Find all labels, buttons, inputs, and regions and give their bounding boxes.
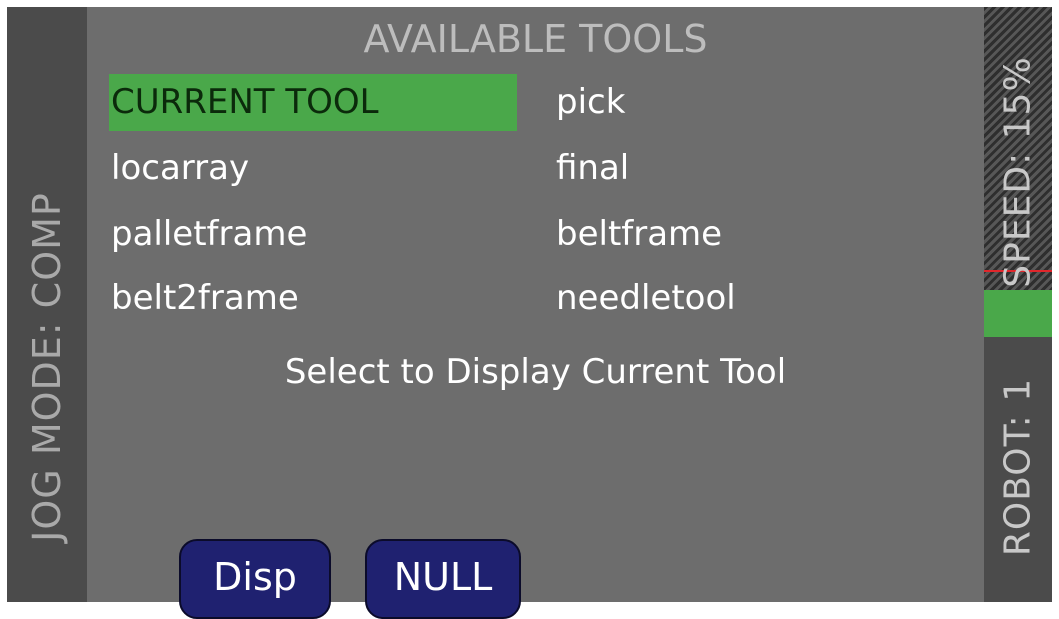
tool-item-palletframe[interactable]: palletframe [109,206,517,263]
tool-item-beltframe[interactable]: beltframe [554,206,914,263]
robot-label: ROBOT: 1 [997,377,1039,557]
hint-text: Select to Display Current Tool [284,352,787,392]
tool-item-locarray[interactable]: locarray [109,140,517,197]
status-bar-right: SPEED: 15% ROBOT: 1 [984,7,1052,602]
speed-level-fill [984,290,1052,338]
tool-item-pick[interactable]: pick [554,74,914,131]
speed-label: SPEED: 15% [997,56,1039,288]
page-title: AVAILABLE TOOLS [363,17,708,61]
jog-mode-bar[interactable]: JOG MODE: COMP [7,7,87,602]
jog-mode-label: JOG MODE: COMP [25,192,69,542]
disp-button[interactable]: Disp [179,539,331,619]
null-button[interactable]: NULL [365,539,521,619]
tools-panel: AVAILABLE TOOLS CURRENT TOOL pick locarr… [87,7,984,619]
tool-item-final[interactable]: final [554,140,914,197]
tool-item-needletool[interactable]: needletool [554,270,914,327]
robot-selector[interactable]: ROBOT: 1 [984,337,1052,602]
tool-item-belt2frame[interactable]: belt2frame [109,270,517,327]
tool-item-current-tool[interactable]: CURRENT TOOL [109,74,517,131]
speed-gauge[interactable]: SPEED: 15% [984,7,1052,338]
